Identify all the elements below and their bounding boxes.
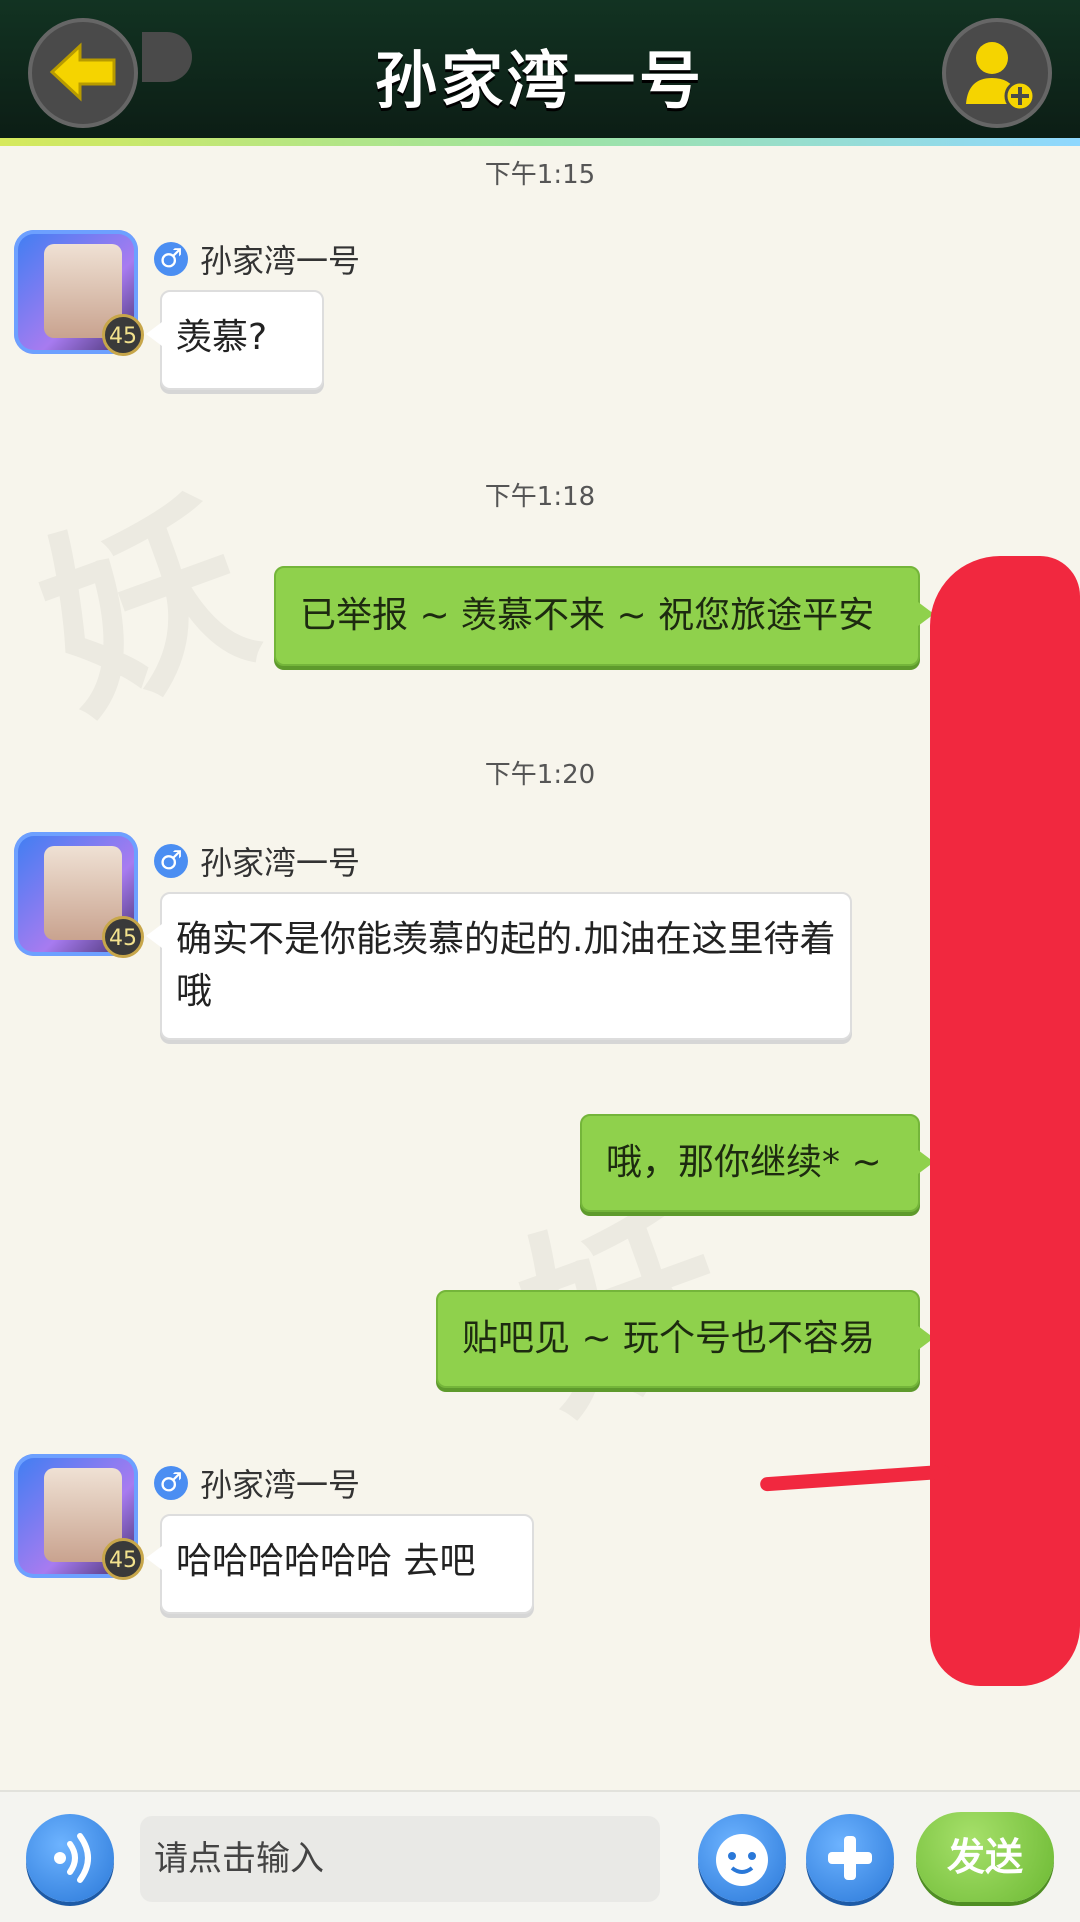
timestamp: 下午1:20 bbox=[484, 760, 596, 790]
timestamp: 下午1:18 bbox=[484, 482, 596, 512]
avatar[interactable]: 45 bbox=[14, 230, 144, 356]
voice-icon bbox=[54, 1833, 91, 1883]
incoming-message[interactable]: 哈哈哈哈哈哈 去吧 bbox=[146, 1514, 534, 1614]
level-badge: 45 bbox=[102, 1538, 144, 1580]
male-icon: ♂ bbox=[154, 242, 188, 276]
level-badge: 45 bbox=[102, 916, 144, 958]
timestamp: 下午1:15 bbox=[484, 160, 596, 190]
outgoing-message[interactable]: 哦，那你继续* ~ bbox=[580, 1114, 934, 1212]
outgoing-message[interactable]: 贴吧见 ~ 玩个号也不容易 bbox=[436, 1290, 934, 1388]
chat-area[interactable]: 妖 妖 下午1:15 45 ♂孙家湾一号 羡慕? 下午1:18 已举报 ~ 羡慕… bbox=[0, 146, 1080, 1790]
voice-button[interactable] bbox=[26, 1814, 114, 1902]
add-friend-button[interactable] bbox=[942, 18, 1052, 128]
redaction-scribble bbox=[930, 556, 1080, 1686]
input-bar: 请点击输入 发送 bbox=[0, 1790, 1080, 1922]
avatar[interactable]: 45 bbox=[14, 1454, 144, 1580]
sender-name: ♂ 孙家湾一号 bbox=[154, 1460, 360, 1506]
top-bar: 孙家湾一号 bbox=[0, 0, 1080, 140]
incoming-message[interactable]: 确实不是你能羡慕的起的.加油在这里待着哦 bbox=[146, 892, 852, 1040]
add-friend-icon bbox=[966, 42, 1036, 112]
sender-name: ♂ 孙家湾一号 bbox=[154, 838, 360, 884]
page-title: 孙家湾一号 bbox=[374, 44, 705, 117]
avatar[interactable]: 45 bbox=[14, 832, 144, 958]
outgoing-message[interactable]: 已举报 ~ 羡慕不来 ~ 祝您旅途平安 bbox=[274, 566, 934, 666]
male-icon: ♂ bbox=[154, 1466, 188, 1500]
incoming-message[interactable]: 羡慕? bbox=[146, 290, 324, 390]
sender-name: ♂ 孙家湾一号 bbox=[154, 236, 360, 282]
plus-icon bbox=[828, 1836, 872, 1880]
emoji-icon bbox=[716, 1834, 768, 1886]
plus-button[interactable] bbox=[806, 1814, 894, 1902]
level-badge: 45 bbox=[102, 314, 144, 356]
header-divider bbox=[0, 138, 1080, 146]
redaction-underline bbox=[759, 1464, 951, 1492]
message-input[interactable]: 请点击输入 bbox=[140, 1816, 660, 1902]
background-watermark: 妖 bbox=[0, 421, 284, 762]
emoji-button[interactable] bbox=[698, 1814, 786, 1902]
send-button[interactable]: 发送 bbox=[916, 1812, 1054, 1902]
male-icon: ♂ bbox=[154, 844, 188, 878]
